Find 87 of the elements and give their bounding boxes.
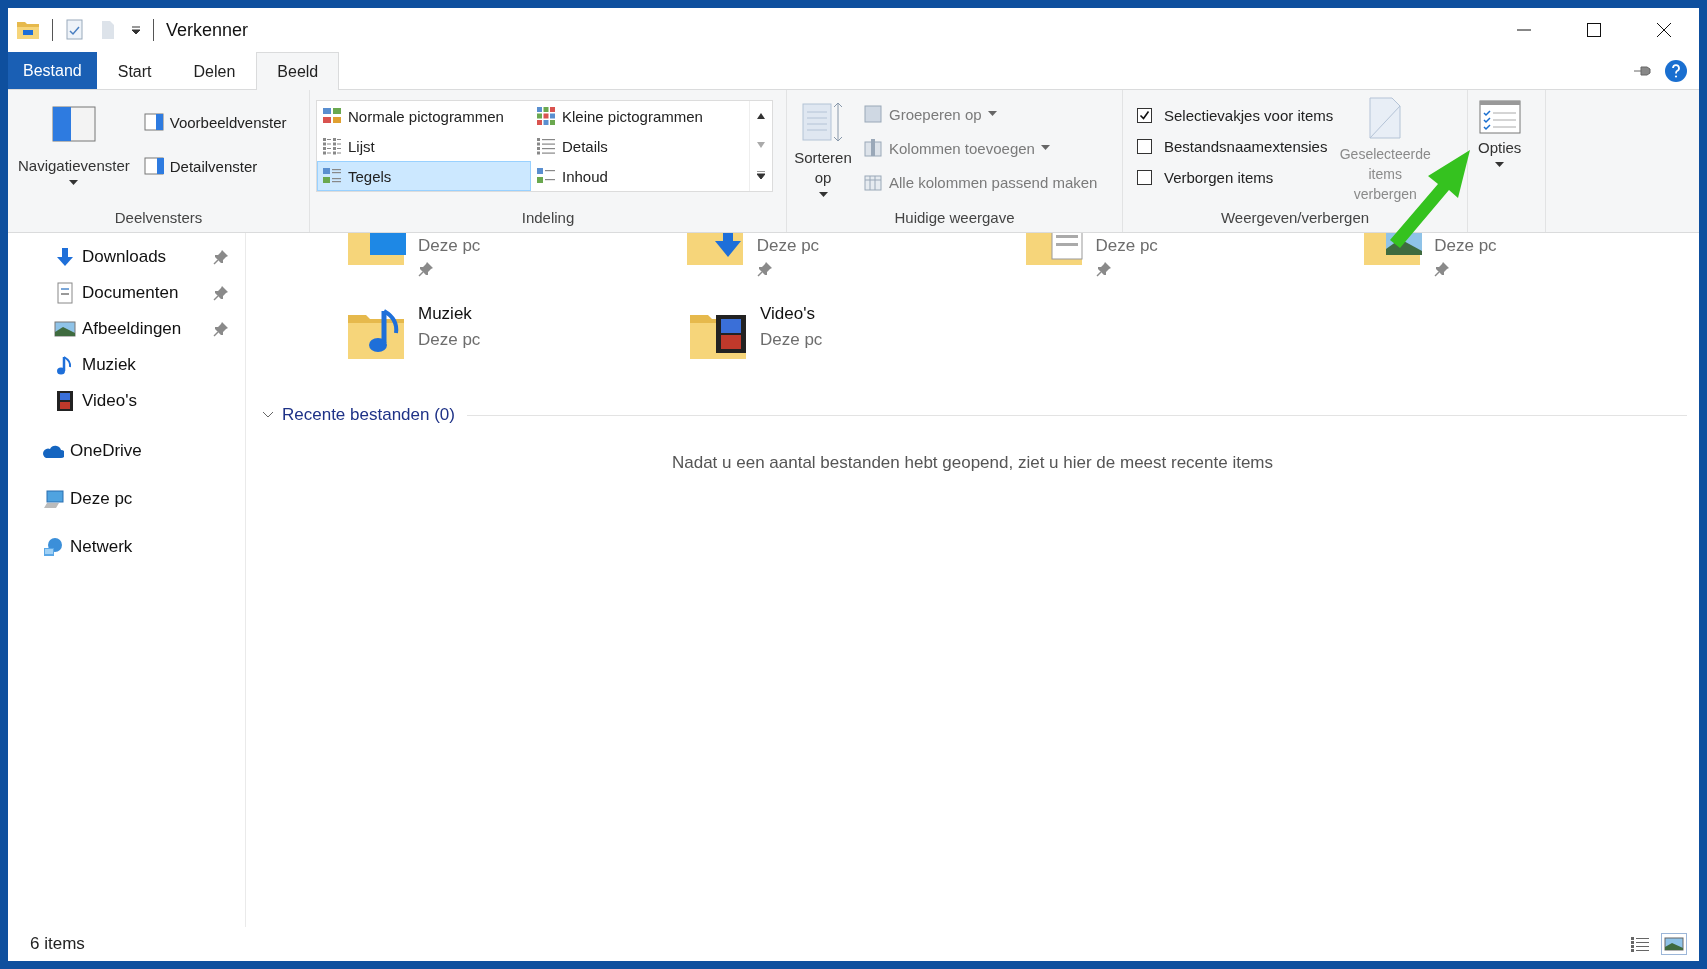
group-label: Huidige weergave — [893, 209, 1016, 228]
nav-item[interactable]: OneDrive — [8, 427, 245, 475]
layout-option[interactable]: Kleine pictogrammen — [531, 101, 749, 131]
nav-item[interactable]: Documenten — [8, 275, 245, 311]
preview-pane-icon — [143, 113, 164, 131]
checkbox-label: Bestandsnaamextensies — [1164, 138, 1328, 155]
checkbox[interactable] — [1137, 170, 1152, 185]
layout-option[interactable]: Details — [531, 131, 749, 161]
tiles-view-button[interactable] — [1661, 933, 1687, 955]
caret-icon — [987, 111, 997, 117]
folder-tile[interactable]: Deze pc — [1021, 233, 1361, 301]
ribbon-tab[interactable]: Beeld — [256, 52, 340, 90]
ribbon-tab[interactable]: Start — [96, 53, 173, 89]
pane-button[interactable]: Voorbeeldvenster — [139, 108, 291, 136]
nav-item[interactable]: Video's — [8, 383, 245, 419]
caret-icon — [1040, 145, 1050, 151]
tiles-view-icon — [322, 166, 342, 186]
folder-tile[interactable]: Deze pc — [682, 233, 1022, 301]
folder-tile[interactable]: Video's Deze pc — [686, 301, 1028, 373]
pin-icon — [213, 285, 229, 301]
computer-icon — [42, 488, 64, 510]
pin-icon — [418, 261, 434, 277]
group-label: Indeling — [520, 209, 576, 228]
properties-icon[interactable] — [65, 19, 85, 41]
scroll-up-icon[interactable] — [757, 112, 765, 119]
sort-icon — [801, 100, 845, 144]
close-icon — [1656, 22, 1672, 38]
options-button[interactable]: Opties — [1474, 96, 1526, 172]
nav-item[interactable]: Deze pc — [8, 475, 245, 523]
nav-item[interactable]: Afbeeldingen — [8, 311, 245, 347]
group-icon — [863, 104, 883, 124]
layout-option[interactable]: Tegels — [317, 161, 531, 191]
film-icon — [54, 390, 76, 412]
checkbox-label: Verborgen items — [1164, 169, 1274, 186]
item-count: 6 items — [30, 934, 85, 954]
pin-icon — [1434, 261, 1451, 277]
layout-option[interactable]: Normale pictogrammen — [317, 101, 531, 131]
folder-tile[interactable]: Muziek Deze pc — [344, 301, 686, 373]
section-header[interactable]: Recente bestanden (0) — [258, 403, 459, 427]
details-view-icon — [536, 136, 556, 156]
navigation-pane-button[interactable]: Navigatievenster — [14, 96, 134, 190]
window-title: Verkenner — [166, 19, 249, 41]
details-pane-icon — [143, 157, 164, 175]
pin-icon[interactable] — [1633, 65, 1651, 77]
pin-icon — [213, 321, 229, 337]
small-icon-grid-icon — [536, 106, 556, 126]
help-icon[interactable] — [1665, 60, 1687, 82]
ribbon-tab[interactable]: Delen — [172, 53, 257, 89]
caret-icon — [1495, 162, 1505, 168]
sort-button[interactable]: Sorteren op — [793, 96, 853, 202]
list-view-icon — [322, 136, 342, 156]
document-icon — [54, 282, 76, 304]
add-column-icon — [863, 138, 883, 158]
checkbox[interactable] — [1137, 108, 1152, 123]
empty-message: Nadat u een aantal bestanden hebt geopend, ziet u hier de meest recente items — [670, 453, 1275, 473]
caret-icon[interactable] — [131, 25, 141, 35]
group-label: Deelvensters — [113, 209, 204, 228]
pin-icon — [213, 249, 229, 265]
layout-option[interactable]: Inhoud — [531, 161, 749, 191]
caret-icon — [69, 180, 79, 186]
nav-item[interactable]: Netwerk — [8, 523, 245, 571]
fit-columns-icon — [863, 172, 883, 192]
content-view-icon — [536, 166, 556, 186]
file-tab[interactable]: Bestand — [8, 52, 97, 89]
document-icon — [1368, 96, 1403, 140]
group-label: Weergeven/verbergen — [1219, 209, 1371, 228]
icon-grid-icon — [322, 106, 342, 126]
checkbox-label: Selectievakjes voor items — [1164, 107, 1334, 124]
layout-option[interactable]: Lijst — [317, 131, 531, 161]
download-arrow-icon — [54, 246, 76, 268]
pin-icon — [1095, 261, 1112, 277]
picture-icon — [54, 318, 76, 340]
expand-gallery-icon[interactable] — [757, 171, 765, 180]
options-icon — [1478, 100, 1521, 134]
chevron-icon — [262, 411, 274, 419]
caret-icon — [818, 192, 828, 198]
nav-item[interactable]: Muziek — [8, 347, 245, 383]
network-icon — [42, 536, 64, 558]
nav-item[interactable]: Downloads — [8, 239, 245, 275]
maximize-icon — [1586, 22, 1602, 38]
pane-button[interactable]: Detailvenster — [139, 152, 291, 180]
minimize-icon — [1516, 29, 1532, 31]
folder-icon — [16, 19, 40, 41]
navigation-pane-icon — [51, 106, 96, 142]
pin-icon — [756, 261, 773, 277]
folder-tile[interactable]: Deze pc — [344, 233, 683, 301]
checkbox[interactable] — [1137, 139, 1152, 154]
